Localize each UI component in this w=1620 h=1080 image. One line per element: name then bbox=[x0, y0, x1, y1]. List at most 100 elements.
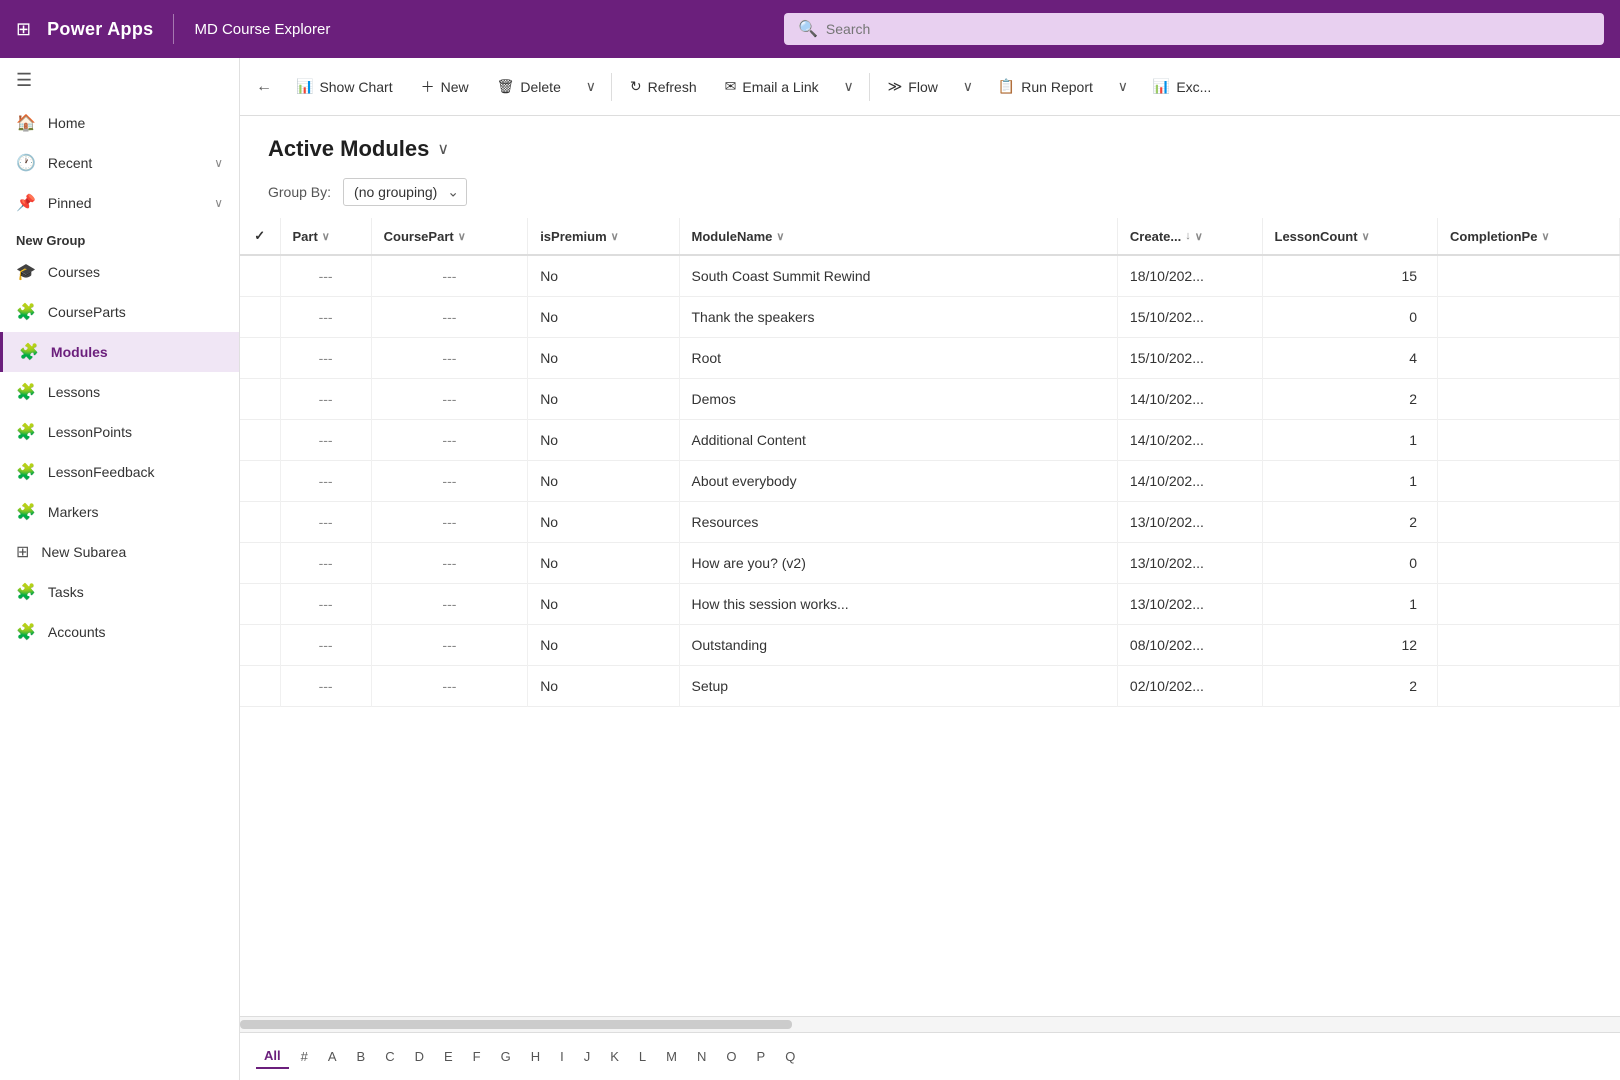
row-modulename-6[interactable]: Resources bbox=[679, 502, 1117, 543]
flow-dropdown[interactable]: ∨ bbox=[954, 73, 982, 101]
col-ispremium[interactable]: isPremium ∨ bbox=[528, 218, 679, 255]
delete-button[interactable]: 🗑 Delete bbox=[485, 72, 573, 101]
table-row[interactable]: --- --- No How this session works... 13/… bbox=[240, 584, 1620, 625]
row-check-6[interactable] bbox=[240, 502, 280, 543]
row-lessoncount-6: 2 bbox=[1262, 502, 1438, 543]
letter-btn-C[interactable]: C bbox=[377, 1045, 402, 1068]
email-link-button[interactable]: ✉ Email a Link bbox=[713, 72, 831, 101]
table-row[interactable]: --- --- No How are you? (v2) 13/10/202..… bbox=[240, 543, 1620, 584]
letter-btn-D[interactable]: D bbox=[407, 1045, 432, 1068]
row-modulename-1[interactable]: Thank the speakers bbox=[679, 297, 1117, 338]
row-check-9[interactable] bbox=[240, 625, 280, 666]
col-check[interactable]: ✓ bbox=[240, 218, 280, 255]
row-modulename-8[interactable]: How this session works... bbox=[679, 584, 1117, 625]
table-row[interactable]: --- --- No Outstanding 08/10/202... 12 bbox=[240, 625, 1620, 666]
letter-btn-#[interactable]: # bbox=[293, 1045, 316, 1068]
flow-button[interactable]: ≫ Flow bbox=[876, 72, 950, 101]
row-check-5[interactable] bbox=[240, 461, 280, 502]
row-modulename-9[interactable]: Outstanding bbox=[679, 625, 1117, 666]
letter-btn-J[interactable]: J bbox=[576, 1045, 599, 1068]
refresh-button[interactable]: ↻ Refresh bbox=[618, 72, 709, 101]
groupby-select[interactable]: (no grouping) bbox=[343, 178, 467, 206]
recent-icon: 🕐 bbox=[16, 153, 36, 173]
letter-btn-G[interactable]: G bbox=[493, 1045, 519, 1068]
letter-btn-O[interactable]: O bbox=[718, 1045, 744, 1068]
table-row[interactable]: --- --- No Thank the speakers 15/10/202.… bbox=[240, 297, 1620, 338]
show-chart-icon: 📊 bbox=[296, 78, 313, 95]
table-row[interactable]: --- --- No Root 15/10/202... 4 bbox=[240, 338, 1620, 379]
letter-btn-B[interactable]: B bbox=[349, 1045, 374, 1068]
email-dropdown[interactable]: ∨ bbox=[835, 73, 863, 101]
table-row[interactable]: --- --- No Setup 02/10/202... 2 bbox=[240, 666, 1620, 707]
groupby-wrapper[interactable]: (no grouping) bbox=[343, 178, 467, 206]
row-check-1[interactable] bbox=[240, 297, 280, 338]
sidebar-item-modules[interactable]: 🧩 Modules bbox=[0, 332, 239, 372]
col-created[interactable]: Create... ↓ ∨ bbox=[1117, 218, 1262, 255]
delete-dropdown[interactable]: ∨ bbox=[577, 73, 605, 101]
run-report-button[interactable]: 📋 Run Report bbox=[986, 72, 1105, 101]
col-lessoncount[interactable]: LessonCount ∨ bbox=[1262, 218, 1438, 255]
table-row[interactable]: --- --- No Additional Content 14/10/202.… bbox=[240, 420, 1620, 461]
sidebar-item-pinned[interactable]: 📌 Pinned ∨ bbox=[0, 183, 239, 223]
sidebar-item-accounts[interactable]: 🧩 Accounts bbox=[0, 612, 239, 652]
row-modulename-0[interactable]: South Coast Summit Rewind bbox=[679, 255, 1117, 297]
row-modulename-4[interactable]: Additional Content bbox=[679, 420, 1117, 461]
hamburger-icon[interactable]: ☰ bbox=[16, 70, 32, 91]
sidebar-item-recent[interactable]: 🕐 Recent ∨ bbox=[0, 143, 239, 183]
table-row[interactable]: --- --- No About everybody 14/10/202... … bbox=[240, 461, 1620, 502]
letter-btn-M[interactable]: M bbox=[658, 1045, 685, 1068]
page-title-chevron-icon[interactable]: ∨ bbox=[437, 139, 449, 159]
col-modulename[interactable]: ModuleName ∨ bbox=[679, 218, 1117, 255]
show-chart-button[interactable]: 📊 Show Chart bbox=[284, 72, 405, 101]
sidebar-item-newsubarea[interactable]: ⊞ New Subarea bbox=[0, 532, 239, 572]
row-check-10[interactable] bbox=[240, 666, 280, 707]
scrollbar-thumb[interactable] bbox=[240, 1020, 792, 1029]
sidebar-item-lessonfeedback[interactable]: 🧩 LessonFeedback bbox=[0, 452, 239, 492]
search-input[interactable] bbox=[826, 21, 1590, 37]
sidebar-item-markers[interactable]: 🧩 Markers bbox=[0, 492, 239, 532]
col-completionpe-sort-icon: ∨ bbox=[1541, 230, 1549, 243]
row-modulename-2[interactable]: Root bbox=[679, 338, 1117, 379]
sidebar-item-courseparts[interactable]: 🧩 CourseParts bbox=[0, 292, 239, 332]
table-row[interactable]: --- --- No South Coast Summit Rewind 18/… bbox=[240, 255, 1620, 297]
col-coursepart[interactable]: CoursePart ∨ bbox=[371, 218, 528, 255]
sidebar-item-lessonpoints[interactable]: 🧩 LessonPoints bbox=[0, 412, 239, 452]
sidebar-item-tasks[interactable]: 🧩 Tasks bbox=[0, 572, 239, 612]
run-report-dropdown[interactable]: ∨ bbox=[1109, 73, 1137, 101]
row-check-2[interactable] bbox=[240, 338, 280, 379]
row-modulename-3[interactable]: Demos bbox=[679, 379, 1117, 420]
row-check-4[interactable] bbox=[240, 420, 280, 461]
letter-btn-E[interactable]: E bbox=[436, 1045, 461, 1068]
col-part[interactable]: Part ∨ bbox=[280, 218, 371, 255]
table-row[interactable]: --- --- No Demos 14/10/202... 2 bbox=[240, 379, 1620, 420]
groupby-row: Group By: (no grouping) bbox=[240, 174, 1620, 218]
col-completionpe[interactable]: CompletionPe ∨ bbox=[1438, 218, 1620, 255]
row-modulename-7[interactable]: How are you? (v2) bbox=[679, 543, 1117, 584]
letter-btn-P[interactable]: P bbox=[749, 1045, 774, 1068]
excel-button[interactable]: 📊 Exc... bbox=[1141, 72, 1223, 101]
letter-btn-All[interactable]: All bbox=[256, 1044, 289, 1069]
letter-btn-A[interactable]: A bbox=[320, 1045, 345, 1068]
sidebar-item-lessons[interactable]: 🧩 Lessons bbox=[0, 372, 239, 412]
letter-btn-K[interactable]: K bbox=[602, 1045, 627, 1068]
letter-btn-H[interactable]: H bbox=[523, 1045, 548, 1068]
row-check-8[interactable] bbox=[240, 584, 280, 625]
sidebar-item-courses[interactable]: 🎓 Courses bbox=[0, 252, 239, 292]
grid-icon[interactable]: ⊞ bbox=[16, 19, 31, 40]
row-modulename-5[interactable]: About everybody bbox=[679, 461, 1117, 502]
back-button[interactable]: ← bbox=[248, 71, 280, 103]
row-modulename-10[interactable]: Setup bbox=[679, 666, 1117, 707]
table-row[interactable]: --- --- No Resources 13/10/202... 2 bbox=[240, 502, 1620, 543]
letter-btn-I[interactable]: I bbox=[552, 1045, 572, 1068]
row-check-0[interactable] bbox=[240, 255, 280, 297]
horizontal-scrollbar[interactable] bbox=[240, 1016, 1620, 1032]
letter-btn-F[interactable]: F bbox=[465, 1045, 489, 1068]
search-box[interactable]: 🔍 bbox=[784, 13, 1604, 45]
row-check-3[interactable] bbox=[240, 379, 280, 420]
letter-btn-L[interactable]: L bbox=[631, 1045, 654, 1068]
row-check-7[interactable] bbox=[240, 543, 280, 584]
new-button[interactable]: ＋ New bbox=[409, 71, 481, 103]
sidebar-item-home[interactable]: 🏠 Home bbox=[0, 103, 239, 143]
letter-btn-Q[interactable]: Q bbox=[777, 1045, 803, 1068]
letter-btn-N[interactable]: N bbox=[689, 1045, 714, 1068]
